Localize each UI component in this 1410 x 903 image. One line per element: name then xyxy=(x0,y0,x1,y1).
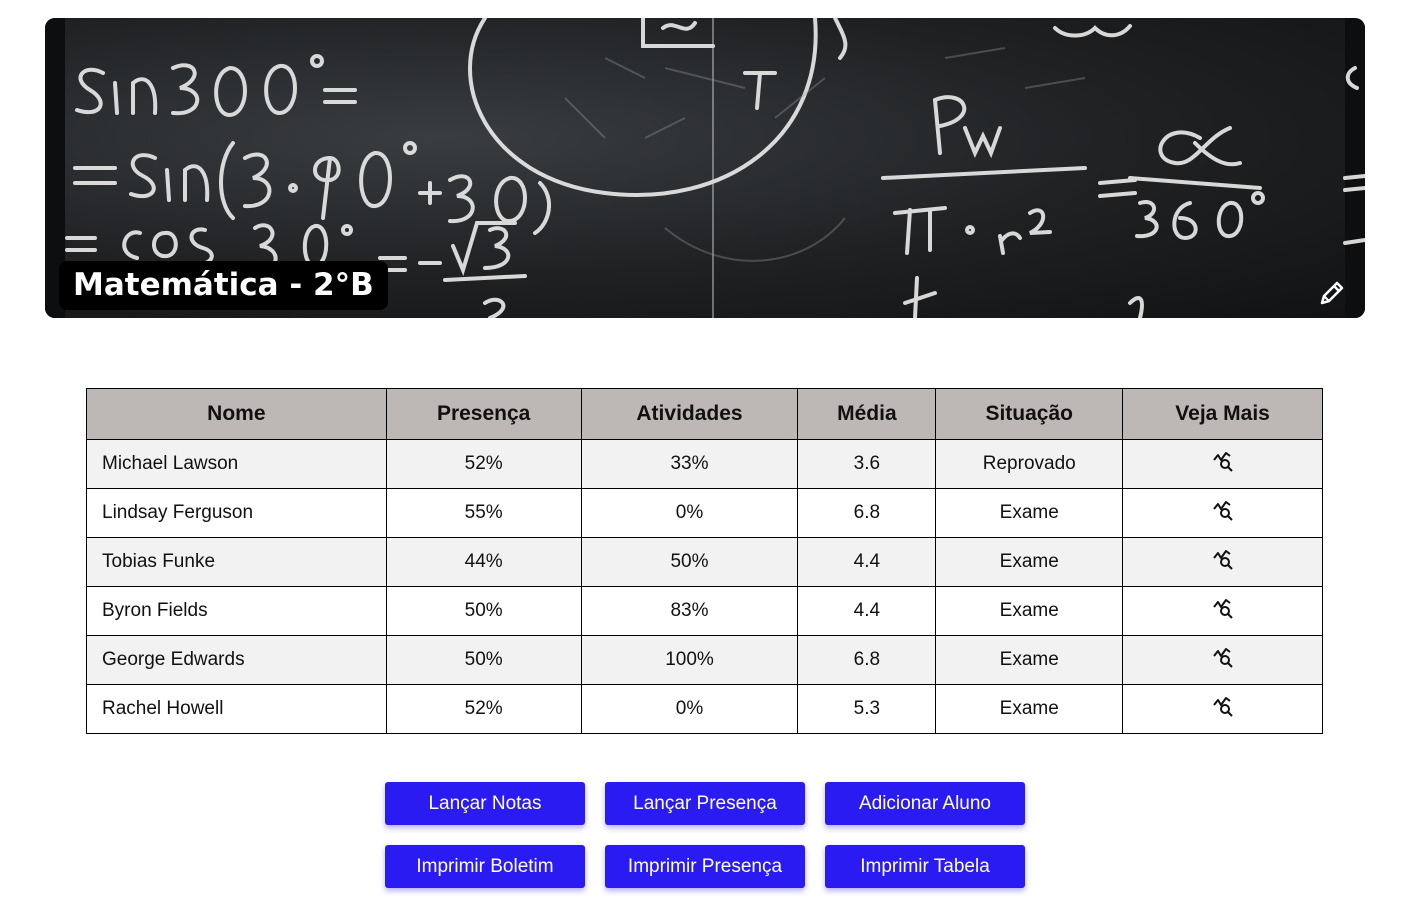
presenca-value: 44% xyxy=(385,537,582,587)
lancar-notas-button[interactable]: Lançar Notas xyxy=(385,782,585,825)
header-nome: Nome xyxy=(86,388,387,440)
header-media: Média xyxy=(797,388,937,440)
situacao-value: Exame xyxy=(935,635,1124,685)
chart-search-icon[interactable] xyxy=(1212,548,1234,570)
table-row: Byron Fields 50% 83% 4.4 Exame xyxy=(86,586,1323,636)
class-title: Matemática - 2°B xyxy=(59,261,388,310)
chart-search-icon[interactable] xyxy=(1212,646,1234,668)
table-row: George Edwards 50% 100% 6.8 Exame xyxy=(86,635,1323,685)
imprimir-presenca-button[interactable]: Imprimir Presença xyxy=(605,845,805,888)
student-name: Tobias Funke xyxy=(86,537,387,587)
veja-mais-cell xyxy=(1122,439,1323,489)
media-value: 4.4 xyxy=(797,537,937,587)
student-name: Lindsay Ferguson xyxy=(86,488,387,538)
header-presenca: Presença xyxy=(385,388,582,440)
students-table: Nome Presença Atividades Média Situação … xyxy=(86,388,1323,734)
class-banner: Matemática - 2°B xyxy=(45,18,1365,318)
presenca-value: 55% xyxy=(385,488,582,538)
atividades-value: 0% xyxy=(580,684,799,734)
situacao-value: Exame xyxy=(935,586,1124,636)
media-value: 3.6 xyxy=(797,439,937,489)
imprimir-tabela-button[interactable]: Imprimir Tabela xyxy=(825,845,1025,888)
header-situacao: Situação xyxy=(935,388,1124,440)
atividades-value: 0% xyxy=(580,488,799,538)
situacao-value: Exame xyxy=(935,684,1124,734)
chart-search-icon[interactable] xyxy=(1212,597,1234,619)
header-atividades: Atividades xyxy=(580,388,799,440)
media-value: 6.8 xyxy=(797,488,937,538)
table-row: Michael Lawson 52% 33% 3.6 Reprovado xyxy=(86,439,1323,489)
media-value: 6.8 xyxy=(797,635,937,685)
header-veja-mais: Veja Mais xyxy=(1122,388,1323,440)
atividades-value: 50% xyxy=(580,537,799,587)
table-header-row: Nome Presença Atividades Média Situação … xyxy=(86,388,1323,440)
pencil-icon[interactable] xyxy=(1317,278,1347,308)
student-name: Michael Lawson xyxy=(86,439,387,489)
veja-mais-cell xyxy=(1122,537,1323,587)
chart-search-icon[interactable] xyxy=(1212,499,1234,521)
atividades-value: 83% xyxy=(580,586,799,636)
table-row: Lindsay Ferguson 55% 0% 6.8 Exame xyxy=(86,488,1323,538)
situacao-value: Reprovado xyxy=(935,439,1124,489)
media-value: 4.4 xyxy=(797,586,937,636)
media-value: 5.3 xyxy=(797,684,937,734)
atividades-value: 100% xyxy=(580,635,799,685)
veja-mais-cell xyxy=(1122,586,1323,636)
adicionar-aluno-button[interactable]: Adicionar Aluno xyxy=(825,782,1025,825)
presenca-value: 50% xyxy=(385,586,582,636)
veja-mais-cell xyxy=(1122,635,1323,685)
situacao-value: Exame xyxy=(935,537,1124,587)
chart-search-icon[interactable] xyxy=(1212,695,1234,717)
atividades-value: 33% xyxy=(580,439,799,489)
presenca-value: 52% xyxy=(385,439,582,489)
chart-search-icon[interactable] xyxy=(1212,450,1234,472)
imprimir-boletim-button[interactable]: Imprimir Boletim xyxy=(385,845,585,888)
student-name: Rachel Howell xyxy=(86,684,387,734)
student-name: Byron Fields xyxy=(86,586,387,636)
lancar-presenca-button[interactable]: Lançar Presença xyxy=(605,782,805,825)
situacao-value: Exame xyxy=(935,488,1124,538)
veja-mais-cell xyxy=(1122,488,1323,538)
student-name: George Edwards xyxy=(86,635,387,685)
table-row: Rachel Howell 52% 0% 5.3 Exame xyxy=(86,684,1323,734)
table-row: Tobias Funke 44% 50% 4.4 Exame xyxy=(86,537,1323,587)
veja-mais-cell xyxy=(1122,684,1323,734)
presenca-value: 50% xyxy=(385,635,582,685)
presenca-value: 52% xyxy=(385,684,582,734)
